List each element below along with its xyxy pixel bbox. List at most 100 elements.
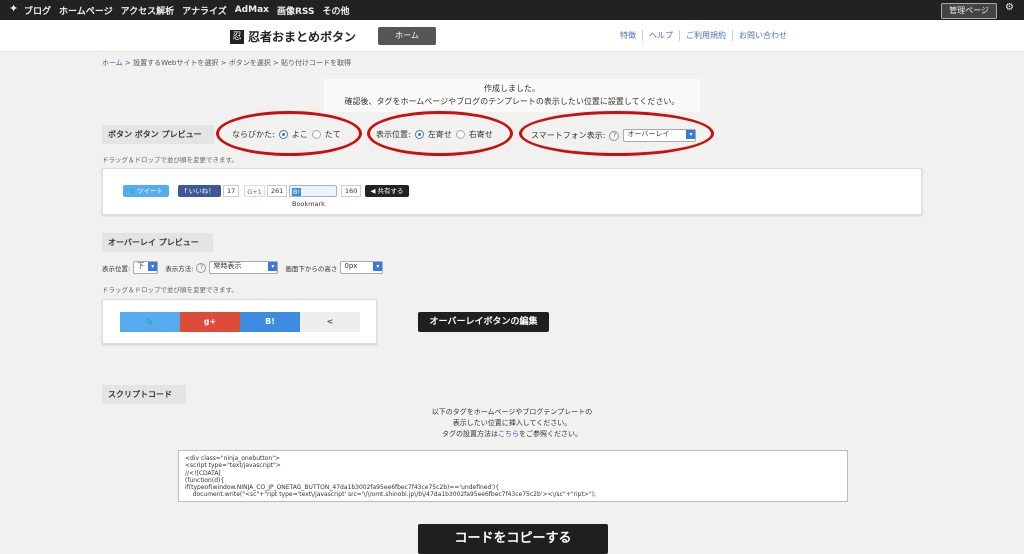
- top-navigation-bar: ✦ ブログ ホームページ アクセス解析 アナライズ AdMax 画像RSS その…: [0, 0, 1024, 20]
- hatena-bookmark-icon: B!: [265, 317, 275, 326]
- header-link-contact[interactable]: お問い合わせ: [732, 30, 793, 41]
- chevron-down-icon: ▾: [686, 130, 696, 139]
- arrange-label: ならびかた:: [232, 130, 275, 139]
- google-plus-button[interactable]: G+1: [244, 185, 265, 197]
- success-notice: 作成しました。 確認後、タグをホームページやブログのテンプレートの表示したい位置…: [324, 79, 700, 112]
- arrange-horizontal-label[interactable]: よこ: [292, 129, 308, 140]
- tweet-button[interactable]: 🐦ツイート: [123, 185, 169, 197]
- notice-title: 作成しました。: [484, 84, 540, 93]
- home-tab[interactable]: ホーム: [378, 27, 436, 45]
- share-icon: <: [326, 317, 334, 326]
- edit-overlay-button[interactable]: オーバーレイボタンの編集: [418, 312, 549, 332]
- facebook-icon: f: [184, 187, 187, 195]
- position-right-radio[interactable]: [455, 130, 465, 139]
- admin-page-button[interactable]: 管理ページ: [941, 3, 997, 19]
- smartphone-option-group: スマートフォン表示: ? オーバーレイ ▾: [531, 129, 697, 142]
- position-label: 表示位置:: [376, 130, 411, 139]
- copy-code-button[interactable]: コードをコピーする: [418, 524, 608, 554]
- drag-hint: ドラッグ＆ドロップで並び順を変更できます。: [102, 156, 238, 164]
- site-logo[interactable]: 忍 忍者おまとめボタン: [230, 28, 356, 45]
- help-icon[interactable]: ?: [609, 130, 620, 141]
- share-button[interactable]: ◀ 共有する: [365, 185, 409, 197]
- share-buttons-preview: 🐦ツイート f いいね！ 17 G+1 261 B! Bookmark 160 …: [102, 168, 922, 215]
- site-header: 忍 忍者おまとめボタン ホーム 特徴 ヘルプ ご利用規約 お問い合わせ: [0, 20, 1024, 52]
- arrange-vertical-label[interactable]: たて: [325, 129, 341, 140]
- breadcrumb-trail: > 設置するWebサイトを選択 > ボタンを選択 > 貼り付けコードを取得: [122, 59, 352, 67]
- logo-text: 忍者おまとめボタン: [248, 30, 357, 44]
- overlay-twitter-button[interactable]: 🐦: [120, 312, 180, 332]
- top-nav-admax[interactable]: AdMax: [235, 5, 269, 15]
- hatena-bookmark-button[interactable]: B! Bookmark: [289, 185, 337, 208]
- top-nav-other[interactable]: その他: [322, 4, 349, 17]
- script-code-tab: スクリプトコード: [102, 385, 186, 404]
- gear-icon[interactable]: ⚙: [1005, 2, 1014, 13]
- chevron-down-icon: ▾: [148, 262, 158, 271]
- overlay-drag-hint: ドラッグ＆ドロップで並び順を変更できます。: [102, 286, 238, 294]
- tweet-label: ツイート: [137, 187, 164, 195]
- top-nav-analyze[interactable]: アナライズ: [182, 4, 227, 17]
- top-nav-image-rss[interactable]: 画像RSS: [277, 4, 315, 17]
- help-icon[interactable]: ?: [196, 262, 207, 273]
- overlay-settings: 表示位置: 下 ▾ 表示方法: ? 常時表示 ▾ 画面下からの高さ 0px ▾: [102, 261, 384, 274]
- top-nav: ブログ ホームページ アクセス解析 アナライズ AdMax 画像RSS その他: [24, 0, 349, 20]
- smartphone-label: スマートフォン表示:: [531, 131, 606, 140]
- overlay-gplus-button[interactable]: g+: [180, 312, 240, 332]
- position-left-radio[interactable]: [414, 130, 424, 139]
- top-nav-access-analysis[interactable]: アクセス解析: [121, 4, 175, 17]
- script-instructions: 以下のタグをホームページやブログテンプレートの 表示したい位置に挿入してください…: [380, 407, 644, 440]
- like-count: 17: [223, 185, 240, 197]
- chevron-down-icon: ▾: [373, 262, 383, 271]
- arrange-vertical-radio[interactable]: [311, 130, 321, 139]
- instructions-line2: 表示したい位置に挿入してください。: [452, 419, 572, 427]
- shuriken-icon[interactable]: ✦: [9, 3, 21, 15]
- facebook-like-button[interactable]: f いいね！: [178, 185, 221, 197]
- script-code-textarea[interactable]: <div class="ninja_onebutton"> <script ty…: [178, 450, 848, 502]
- top-nav-blog[interactable]: ブログ: [24, 4, 51, 17]
- top-nav-homepage[interactable]: ホームページ: [59, 4, 113, 17]
- overlay-method-label: 表示方法:: [165, 264, 194, 273]
- smartphone-display-select[interactable]: オーバーレイ ▾: [623, 129, 697, 142]
- overlay-height-label: 画面下からの高さ: [285, 264, 338, 273]
- like-label: いいね！: [188, 187, 215, 195]
- header-link-terms[interactable]: ご利用規約: [679, 30, 732, 41]
- overlay-method-select[interactable]: 常時表示 ▾: [209, 261, 279, 274]
- breadcrumb-home[interactable]: ホーム: [102, 59, 123, 67]
- share-icon: ◀: [370, 187, 376, 195]
- position-left-label[interactable]: 左寄せ: [428, 129, 452, 140]
- overlay-position-value: 下: [137, 262, 145, 270]
- overlay-position-label: 表示位置:: [102, 264, 131, 273]
- google-plus-icon: g+: [203, 317, 217, 326]
- arrange-horizontal-radio[interactable]: [278, 130, 288, 139]
- twitter-icon: 🐦: [145, 317, 155, 326]
- overlay-method-value: 常時表示: [213, 262, 242, 270]
- chevron-down-icon: ▾: [268, 262, 278, 271]
- overlay-height-select[interactable]: 0px ▾: [340, 261, 384, 274]
- bookmark-label: Bookmark: [292, 200, 325, 208]
- instructions-pre: タグの設置方法は: [442, 430, 498, 438]
- instructions-line1: 以下のタグをホームページやブログテンプレートの: [431, 408, 593, 416]
- overlay-button-bar: 🐦 g+ B! <: [120, 312, 360, 332]
- header-links: 特徴 ヘルプ ご利用規約 お問い合わせ: [614, 30, 793, 41]
- overlay-share-button[interactable]: <: [300, 312, 360, 332]
- arrange-option-group: ならびかた: よこ たて: [232, 129, 341, 140]
- smartphone-display-value: オーバーレイ: [627, 130, 670, 138]
- bookmark-count: 160: [341, 185, 362, 197]
- position-right-label[interactable]: 右寄せ: [469, 129, 493, 140]
- instructions-line3: タグの設置方法はこちらをご参照ください。: [380, 429, 644, 440]
- header-link-help[interactable]: ヘルプ: [642, 30, 679, 41]
- header-link-features[interactable]: 特徴: [614, 30, 642, 41]
- overlay-height-value: 0px: [344, 262, 358, 270]
- breadcrumb: ホーム > 設置するWebサイトを選択 > ボタンを選択 > 貼り付けコードを取…: [102, 58, 351, 68]
- share-label: 共有する: [377, 187, 404, 195]
- twitter-icon: 🐦: [128, 187, 138, 195]
- position-option-group: 表示位置: 左寄せ 右寄せ: [376, 129, 493, 140]
- overlay-buttons-preview: 🐦 g+ B! <: [102, 299, 377, 344]
- overlay-hatena-button[interactable]: B!: [240, 312, 300, 332]
- overlay-preview-tab: オーバーレイ プレビュー: [102, 233, 213, 252]
- instructions-post: をご参照ください。: [519, 430, 582, 438]
- overlay-position-select[interactable]: 下 ▾: [133, 261, 159, 274]
- button-preview-tab: ボタン ボタン プレビュー: [102, 125, 214, 144]
- notice-message: 確認後、タグをホームページやブログのテンプレートの表示したい位置に設置してくださ…: [344, 97, 680, 106]
- hatena-bookmark-icon: B!: [292, 188, 302, 196]
- installation-help-link[interactable]: こちら: [498, 430, 519, 438]
